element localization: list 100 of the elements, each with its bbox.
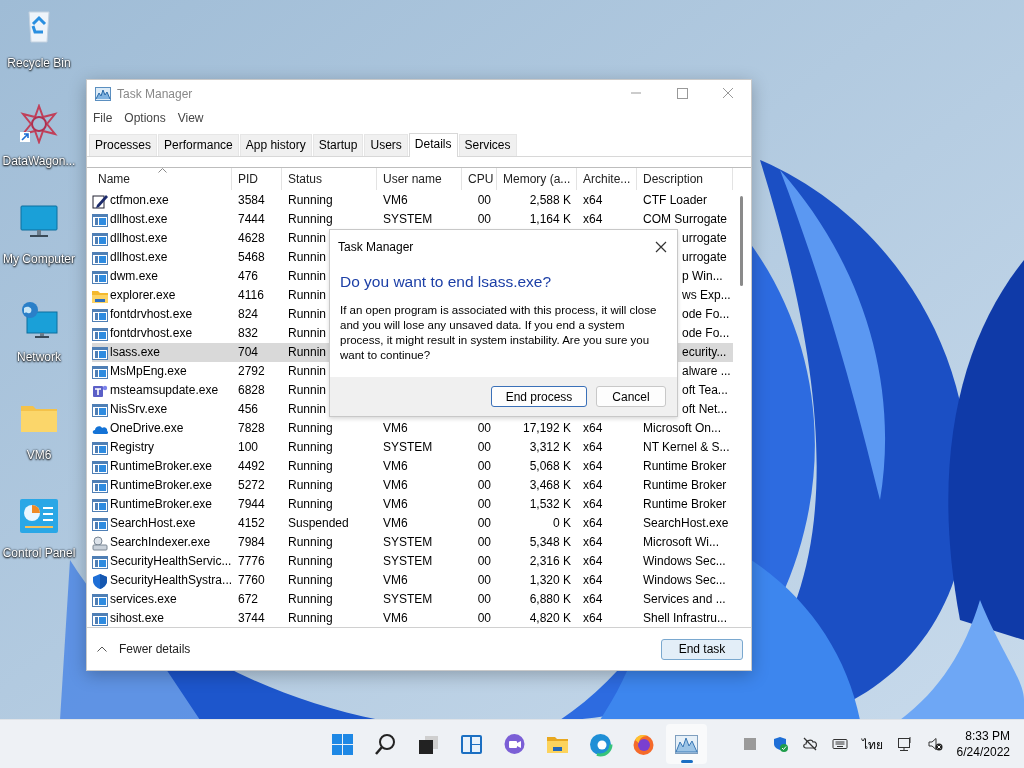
table-cell: 00: [477, 535, 491, 549]
table-cell: 2792: [238, 364, 265, 378]
table-cell: 824: [238, 307, 259, 321]
table-cell: Shell Infrastru...: [643, 611, 728, 625]
table-cell: x64: [583, 440, 603, 454]
table-cell: x64: [583, 573, 603, 587]
table-cell: 7984: [238, 535, 265, 549]
table-cell: SYSTEM: [383, 554, 433, 568]
table-cell: 7760: [238, 573, 265, 587]
table-cell: 3744: [238, 611, 265, 625]
table-cell: Running: [288, 573, 333, 587]
table-cell: 1,164 K: [529, 212, 571, 226]
table-cell: Running: [288, 193, 333, 207]
table-cell: 00: [477, 554, 491, 568]
dialog-title: Task Manager: [338, 240, 414, 254]
table-cell: 4628: [238, 231, 265, 245]
table-cell: Running: [288, 421, 333, 435]
table-cell: x64: [583, 516, 603, 530]
window-title: Task Manager: [117, 87, 194, 101]
table-cell: Runnin: [288, 383, 327, 397]
table-cell: 7776: [238, 554, 265, 568]
table-cell: 00: [477, 212, 491, 226]
table-cell: 00: [477, 193, 491, 207]
table-cell: Running: [288, 611, 333, 625]
table-cell: Runnin: [288, 345, 327, 359]
table-cell: 00: [477, 497, 491, 511]
table-cell: VM6: [383, 573, 408, 587]
table-cell: 5,348 K: [529, 535, 571, 549]
table-cell: Services and ...: [643, 592, 726, 606]
table-cell: x64: [583, 535, 603, 549]
table-cell: SearchHost.exe: [643, 516, 729, 530]
table-cell: Running: [288, 592, 333, 606]
table-cell: Running: [288, 478, 333, 492]
table-cell: x64: [583, 459, 603, 473]
table-cell: x64: [583, 212, 603, 226]
table-cell: 00: [477, 421, 491, 435]
table-cell: VM6: [383, 421, 408, 435]
table-cell: 3,468 K: [529, 478, 571, 492]
table-cell: urrogate: [682, 231, 727, 245]
table-cell: Runnin: [288, 269, 327, 283]
table-cell: Running: [288, 497, 333, 511]
table-cell: 4152: [238, 516, 265, 530]
table-cell: 5468: [238, 250, 265, 264]
table-cell: 2,588 K: [529, 193, 571, 207]
table-cell: 17,192 K: [522, 421, 571, 435]
table-cell: oft Tea...: [682, 383, 728, 397]
table-cell: Runnin: [288, 231, 327, 245]
table-cell: x64: [583, 497, 603, 511]
table-cell: x64: [583, 193, 603, 207]
table-cell: 4,820 K: [529, 611, 571, 625]
table-cell: VM6: [383, 611, 408, 625]
table-cell: ode Fo...: [682, 307, 730, 321]
table-cell: SYSTEM: [383, 535, 433, 549]
table-cell: 7828: [238, 421, 265, 435]
dialog-message: If an open program is associated with this process, it will close and you will lose any unsaved data. If you end a system process, it might result in system instability. Are you sure you want to continue?: [339, 303, 658, 363]
table-cell: ecurity...: [682, 345, 727, 359]
table-cell: x64: [583, 478, 603, 492]
table-cell: Running: [288, 535, 333, 549]
table-cell: 6,880 K: [529, 592, 571, 606]
table-cell: ode Fo...: [682, 326, 730, 340]
table-cell: SYSTEM: [383, 212, 433, 226]
table-cell: 1,320 K: [529, 573, 571, 587]
table-cell: x64: [583, 592, 603, 606]
table-cell: Running: [288, 212, 333, 226]
table-cell: COM Surrogate: [643, 212, 728, 226]
table-cell: CTF Loader: [643, 193, 708, 207]
table-cell: alware ...: [682, 364, 731, 378]
table-cell: Runnin: [288, 307, 327, 321]
table-cell: Runtime Broker: [643, 459, 727, 473]
table-cell: 3,312 K: [529, 440, 571, 454]
table-cell: 456: [238, 402, 259, 416]
table-cell: 704: [238, 345, 259, 359]
table-cell: 832: [238, 326, 259, 340]
table-cell: VM6: [383, 497, 408, 511]
table-cell: Runnin: [288, 326, 327, 340]
table-cell: oft Net...: [682, 402, 728, 416]
table-cell: Runtime Broker: [643, 497, 727, 511]
table-cell: VM6: [383, 193, 408, 207]
table-cell: 7944: [238, 497, 265, 511]
table-cell: 5272: [238, 478, 265, 492]
table-cell: Running: [288, 440, 333, 454]
table-cell: 00: [477, 611, 491, 625]
table-cell: VM6: [383, 478, 408, 492]
table-cell: 4116: [238, 288, 264, 302]
table-cell: Running: [288, 459, 333, 473]
table-cell: Runnin: [288, 402, 327, 416]
table-cell: 672: [238, 592, 259, 606]
table-cell: Windows Sec...: [643, 554, 726, 568]
table-cell: ws Exp...: [682, 288, 731, 302]
table-cell: urrogate: [682, 250, 727, 264]
dialog-heading: Do you want to end lsass.exe?: [339, 272, 553, 291]
table-cell: 00: [477, 516, 491, 530]
table-cell: 5,068 K: [529, 459, 571, 473]
table-cell: x64: [583, 611, 603, 625]
table-cell: VM6: [383, 516, 408, 530]
table-cell: 0 K: [553, 516, 571, 530]
table-cell: Microsoft On...: [643, 421, 722, 435]
table-cell: 00: [477, 459, 491, 473]
table-cell: 4492: [238, 459, 265, 473]
table-cell: 00: [477, 592, 491, 606]
